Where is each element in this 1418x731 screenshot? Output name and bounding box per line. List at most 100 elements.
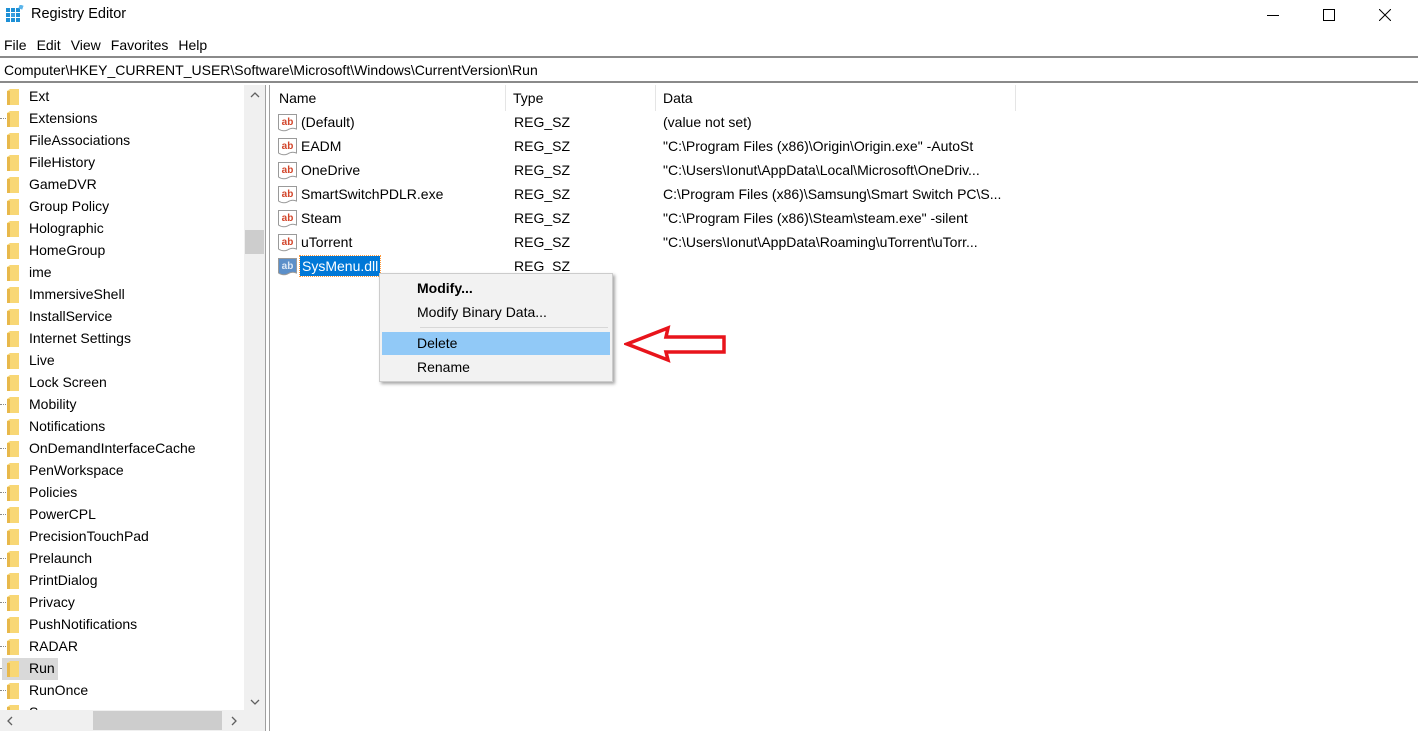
tree-item[interactable]: Run	[0, 658, 244, 680]
tree-item-label: OnDemandInterfaceCache	[29, 440, 196, 456]
tree-item-label: Notifications	[29, 418, 106, 434]
values-list: Name Type Data ab (Default) REG_SZ (value n…	[270, 85, 1418, 731]
menu-file[interactable]: File	[0, 34, 31, 56]
value-type: REG_SZ	[514, 258, 571, 274]
value-row[interactable]: ab (Default) REG_SZ (value not set)	[270, 111, 1270, 135]
value-row[interactable]: ab OneDrive REG_SZ "C:\Users\Ionut\AppData\…	[270, 159, 1270, 183]
tree-item[interactable]: RunOnce	[0, 680, 244, 702]
maximize-button[interactable]	[1306, 0, 1352, 30]
tree-item[interactable]: Mobility	[0, 394, 244, 416]
value-type: REG_SZ	[514, 234, 571, 250]
value-row[interactable]: ab Steam REG_SZ "C:\Program Files (x86)\Ste…	[270, 207, 1270, 231]
tree-item[interactable]: Notifications	[0, 416, 244, 438]
scroll-right-button[interactable]	[224, 710, 244, 731]
tree-item-label: Policies	[29, 484, 78, 500]
address-path[interactable]: Computer\HKEY_CURRENT_USER\Software\Micr…	[4, 62, 538, 78]
string-value-icon: ab	[278, 186, 297, 204]
tree-item-label: GameDVR	[29, 176, 97, 192]
value-name: (Default)	[301, 114, 355, 130]
tree-item[interactable]: RADAR	[0, 636, 244, 658]
address-bar[interactable]: Computer\HKEY_CURRENT_USER\Software\Micr…	[0, 56, 1418, 83]
menu-edit[interactable]: Edit	[33, 34, 65, 56]
context-menu-modify[interactable]: Modify...	[382, 277, 610, 300]
column-header-name[interactable]: Name	[270, 85, 506, 111]
menu-favorites[interactable]: Favorites	[107, 34, 173, 56]
tree-item-label: FileAssociations	[29, 132, 131, 148]
tree-item[interactable]: Ext	[0, 86, 244, 108]
scroll-down-button[interactable]	[244, 692, 265, 712]
value-name: OneDrive	[301, 162, 361, 178]
tree-item[interactable]: GameDVR	[0, 174, 244, 196]
tree-item[interactable]: Group Policy	[0, 196, 244, 218]
tree-connector	[0, 404, 6, 405]
folder-icon	[7, 419, 19, 435]
tree-item[interactable]: PrintDialog	[0, 570, 244, 592]
tree-item[interactable]: Internet Settings	[0, 328, 244, 350]
tree-item[interactable]: InstallService	[0, 306, 244, 328]
folder-icon	[7, 397, 19, 413]
tree-item[interactable]: ime	[0, 262, 244, 284]
string-value-icon: ab	[278, 114, 297, 132]
folder-icon	[7, 177, 19, 193]
tree-item-label: PowerCPL	[29, 506, 96, 522]
folder-icon	[7, 287, 19, 303]
tree-item[interactable]: HomeGroup	[0, 240, 244, 262]
tree-item[interactable]: Lock Screen	[0, 372, 244, 394]
menu-help[interactable]: Help	[174, 34, 211, 56]
close-button[interactable]	[1362, 0, 1408, 30]
tree-item[interactable]: FileAssociations	[0, 130, 244, 152]
scroll-up-button[interactable]	[244, 85, 265, 105]
scroll-left-button[interactable]	[0, 710, 20, 731]
tree-item[interactable]: ImmersiveShell	[0, 284, 244, 306]
context-menu-rename[interactable]: Rename	[382, 356, 610, 379]
folder-icon	[7, 529, 19, 545]
svg-text:ab: ab	[282, 117, 294, 128]
scroll-thumb[interactable]	[93, 711, 222, 730]
folder-icon	[7, 507, 19, 523]
chevron-right-icon	[231, 716, 237, 725]
tree-item-label: Run	[27, 660, 57, 676]
tree-connector	[0, 646, 6, 647]
context-menu-delete[interactable]: Delete	[382, 332, 610, 355]
value-data: "C:\Program Files (x86)\Origin\Origin.ex…	[663, 138, 974, 154]
value-data: "C:\Program Files (x86)\Steam\steam.exe"…	[663, 210, 968, 226]
tree-item-label: HomeGroup	[29, 242, 106, 258]
tree-item-label: InstallService	[29, 308, 113, 324]
value-row[interactable]: ab uTorrent REG_SZ "C:\Users\Ionut\AppData\…	[270, 231, 1270, 255]
value-row[interactable]: ab SmartSwitchPDLR.exe REG_SZ C:\Program Fi…	[270, 183, 1270, 207]
folder-icon	[7, 639, 19, 655]
tree-item[interactable]: Privacy	[0, 592, 244, 614]
tree-item-label: Mobility	[29, 396, 77, 412]
menu-view[interactable]: View	[67, 34, 105, 56]
minimize-button[interactable]	[1250, 0, 1296, 30]
tree-connector	[0, 602, 6, 603]
tree-item[interactable]: OnDemandInterfaceCache	[0, 438, 244, 460]
tree-item[interactable]: Policies	[0, 482, 244, 504]
value-row[interactable]: ab EADM REG_SZ "C:\Program Files (x86)\Orig…	[270, 135, 1270, 159]
value-type: REG_SZ	[514, 186, 571, 202]
folder-icon	[7, 375, 19, 391]
folder-icon	[7, 573, 19, 589]
context-menu-modify-binary-data[interactable]: Modify Binary Data...	[382, 301, 610, 324]
value-data: (value not set)	[663, 114, 752, 130]
column-header-data[interactable]: Data	[656, 85, 1016, 111]
chevron-left-icon	[7, 716, 13, 725]
tree-item[interactable]: Extensions	[0, 108, 244, 130]
tree-item[interactable]: PrecisionTouchPad	[0, 526, 244, 548]
tree-vertical-scrollbar[interactable]	[244, 85, 265, 712]
column-header-type[interactable]: Type	[506, 85, 656, 111]
tree-item[interactable]: PushNotifications	[0, 614, 244, 636]
tree-item[interactable]: PowerCPL	[0, 504, 244, 526]
svg-text:ab: ab	[282, 141, 294, 152]
tree-item-label: Privacy	[29, 594, 75, 610]
tree-horizontal-scrollbar[interactable]	[0, 710, 244, 731]
scroll-thumb[interactable]	[245, 230, 264, 254]
tree-item[interactable]: Holographic	[0, 218, 244, 240]
tree-connector	[0, 514, 6, 515]
tree-item[interactable]: PenWorkspace	[0, 460, 244, 482]
tree-item-label: PenWorkspace	[29, 462, 124, 478]
tree-item[interactable]: Prelaunch	[0, 548, 244, 570]
tree-item[interactable]: FileHistory	[0, 152, 244, 174]
tree-item[interactable]: Live	[0, 350, 244, 372]
tree-connector	[0, 492, 6, 493]
